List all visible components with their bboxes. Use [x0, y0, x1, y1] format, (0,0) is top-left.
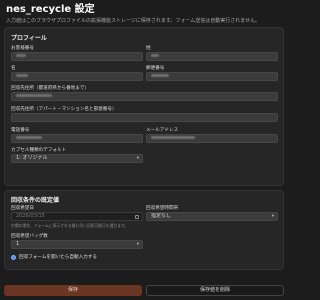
date-hint: 空欄の場合、フォームに表示される最も早い回収可能日を選びます。 [11, 223, 129, 228]
capsule-select[interactable]: 1: オリジナル ▾ [11, 154, 143, 163]
delete-saved-values-button[interactable]: 保存値を削除 [146, 285, 284, 296]
page-subtitle: 入力値はこのブラウザプロファイルの拡張機能ストレージに保存されます。フォーム送信… [6, 18, 261, 24]
first-name-label: 名 [11, 66, 16, 71]
bag-count-select[interactable]: 1 ▾ [11, 240, 143, 249]
calendar-icon[interactable] [135, 214, 139, 219]
profile-card: プロフィール お客様番号 姓 名 郵便番号 回収先住所（都道府県から番地まで） … [4, 27, 284, 186]
capsule-select-value: 1: オリジナル [16, 155, 48, 161]
profile-section-title: プロフィール [11, 35, 47, 42]
date-input-placeholder: 2026/03/15 [16, 213, 45, 219]
save-button[interactable]: 保存 [4, 285, 142, 296]
phone-input[interactable] [11, 134, 143, 143]
bag-count-label: 回収希望バッグ数 [11, 234, 48, 239]
time-select-value: 指定なし [151, 213, 172, 219]
page-title: nes_recycle 設定 [6, 4, 95, 15]
zip-code-input[interactable] [146, 72, 278, 81]
bag-count-value: 1 [16, 241, 20, 247]
customer-number-label: お客様番号 [11, 46, 34, 51]
time-label: 回収希望時間帯 [146, 206, 179, 211]
capsule-label: カプセル種類のデフォルト [11, 148, 67, 153]
last-name-input[interactable] [146, 52, 278, 61]
first-name-input[interactable] [11, 72, 143, 81]
time-select[interactable]: 指定なし ▾ [146, 212, 278, 221]
date-label: 回収希望日 [11, 206, 34, 211]
auto-fill-option[interactable]: 回収フォームを開いたら自動入力する [11, 254, 97, 260]
address1-input[interactable] [11, 92, 278, 101]
auto-fill-checkbox[interactable] [11, 254, 16, 260]
chevron-down-icon: ▾ [271, 214, 274, 219]
date-input[interactable]: 2026/03/15 [11, 212, 143, 221]
email-input[interactable] [146, 134, 278, 143]
last-name-label: 姓 [146, 46, 151, 51]
address2-input[interactable] [11, 113, 278, 122]
auto-fill-label: 回収フォームを開いたら自動入力する [19, 255, 97, 260]
customer-number-input[interactable] [11, 52, 143, 61]
schedule-section-title: 回収条件の既定値 [11, 197, 60, 204]
zip-code-label: 郵便番号 [146, 66, 165, 71]
email-label: メールアドレス [146, 128, 179, 133]
chevron-down-icon: ▾ [136, 156, 139, 161]
chevron-down-icon: ▾ [136, 242, 139, 247]
address2-label: 回収先住所（アパート・マンション名と部屋番号） [11, 107, 117, 112]
address1-label: 回収先住所（都道府県から番地まで） [11, 86, 90, 91]
phone-label: 電話番号 [11, 128, 30, 133]
schedule-card: 回収条件の既定値 回収希望日 2026/03/15 空欄の場合、フォームに表示さ… [4, 190, 284, 270]
page-header: nes_recycle 設定 入力値はこのブラウザプロファイルの拡張機能ストレー… [6, 3, 282, 25]
